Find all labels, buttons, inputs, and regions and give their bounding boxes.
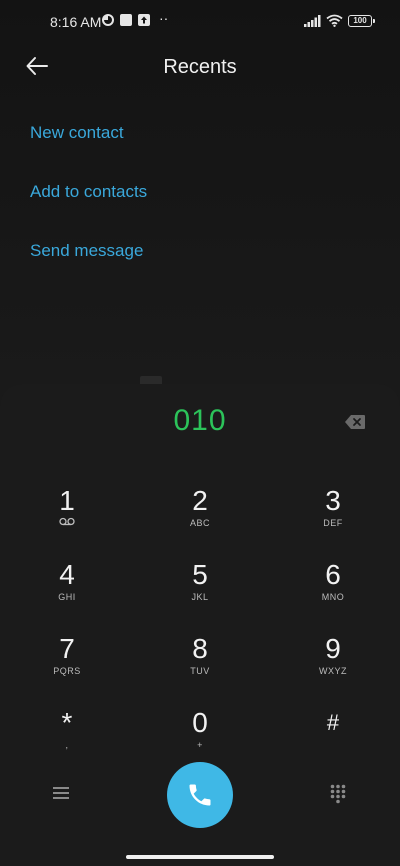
page-title: Recents bbox=[163, 56, 237, 78]
key-letters: PQRS bbox=[53, 666, 81, 676]
key-digit: 4 bbox=[59, 559, 75, 590]
key-2[interactable]: 2 ABC bbox=[152, 485, 248, 547]
key-letters: JKL bbox=[191, 592, 209, 602]
key-digit: 7 bbox=[59, 633, 75, 664]
key-letters: WXYZ bbox=[319, 666, 347, 676]
key-digit: 3 bbox=[325, 485, 341, 516]
signal-strength-icon bbox=[304, 15, 321, 27]
notification-square-icon bbox=[120, 14, 132, 26]
key-letters: TUV bbox=[190, 666, 210, 676]
key-0[interactable]: 0 + bbox=[152, 707, 248, 769]
key-5[interactable]: 5 JKL bbox=[152, 559, 248, 621]
send-message-link[interactable]: Send message bbox=[30, 241, 143, 261]
key-digit: 0 bbox=[192, 707, 208, 738]
dialpad-toggle-icon[interactable] bbox=[330, 784, 346, 804]
key-letters: ABC bbox=[189, 518, 210, 528]
key-letters: , bbox=[65, 740, 69, 750]
phone-screen: 8:16 AM ·· 100 Recents New contact Add t… bbox=[0, 0, 400, 866]
notification-app-icon bbox=[102, 14, 114, 26]
key-digit: 1 bbox=[59, 485, 75, 516]
key-4[interactable]: 4 GHI bbox=[19, 559, 115, 621]
key-letters: + bbox=[197, 740, 203, 750]
voicemail-icon bbox=[59, 517, 75, 526]
wifi-icon bbox=[326, 14, 343, 27]
home-indicator[interactable] bbox=[126, 855, 274, 859]
status-time: 8:16 AM bbox=[50, 14, 102, 30]
key-digit: * bbox=[61, 707, 73, 738]
key-digit: 9 bbox=[325, 633, 341, 664]
new-contact-link[interactable]: New contact bbox=[30, 123, 124, 143]
key-letters: MNO bbox=[321, 592, 345, 602]
key-digit: 8 bbox=[192, 633, 208, 664]
key-digit: 5 bbox=[192, 559, 208, 590]
battery-indicator: 100 bbox=[348, 15, 375, 27]
backspace-icon[interactable] bbox=[344, 414, 366, 430]
more-notifications-indicator: ·· bbox=[159, 10, 169, 26]
status-bar: 8:16 AM ·· 100 bbox=[0, 0, 400, 44]
upload-notification-icon bbox=[138, 14, 150, 26]
key-1[interactable]: 1 bbox=[19, 485, 115, 547]
key-6[interactable]: 6 MNO bbox=[285, 559, 381, 621]
dialed-number: 010 bbox=[173, 404, 227, 437]
key-letters: GHI bbox=[58, 592, 76, 602]
key-3[interactable]: 3 DEF bbox=[285, 485, 381, 547]
key-7[interactable]: 7 PQRS bbox=[19, 633, 115, 695]
call-button[interactable] bbox=[167, 762, 233, 828]
key-digit: 2 bbox=[192, 485, 208, 516]
key-digit: 6 bbox=[325, 559, 341, 590]
phone-icon bbox=[189, 784, 211, 806]
add-to-contacts-link[interactable]: Add to contacts bbox=[30, 182, 147, 202]
key-hash[interactable]: # bbox=[285, 707, 381, 769]
menu-icon[interactable] bbox=[53, 786, 69, 800]
key-9[interactable]: 9 WXYZ bbox=[285, 633, 381, 695]
key-8[interactable]: 8 TUV bbox=[152, 633, 248, 695]
key-star[interactable]: * , bbox=[19, 707, 115, 769]
key-letters: DEF bbox=[323, 518, 343, 528]
key-digit: # bbox=[326, 710, 340, 735]
